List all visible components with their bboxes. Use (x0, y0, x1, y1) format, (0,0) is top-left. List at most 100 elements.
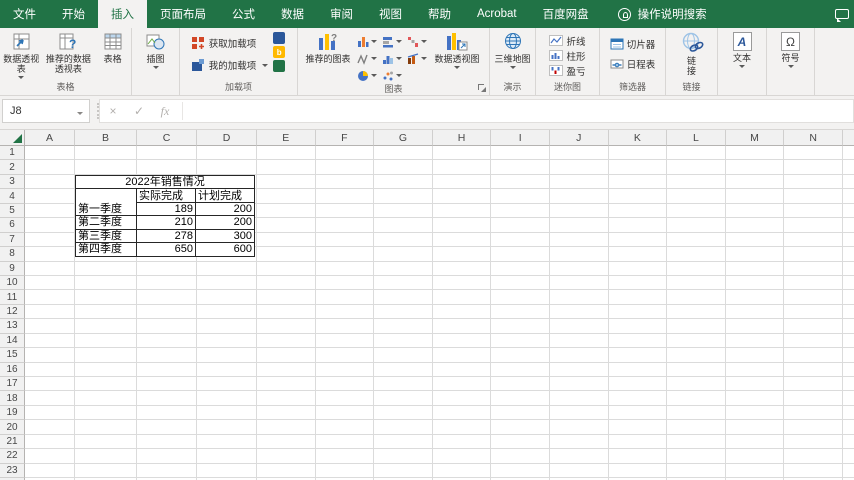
grid-cell-F20[interactable] (315, 420, 375, 435)
row-header-3[interactable]: 3 (0, 174, 25, 190)
grid-cell-A18[interactable] (25, 391, 75, 406)
grid-cell-F5[interactable] (315, 203, 375, 219)
grid-cell-M20[interactable] (725, 420, 785, 435)
grid-cell-E23[interactable] (257, 463, 316, 479)
column-header-partial[interactable] (842, 130, 854, 146)
grid-cell-F11[interactable] (315, 290, 375, 305)
cell-C6[interactable]: 210 (136, 215, 196, 230)
grid-cell-E14[interactable] (257, 333, 316, 349)
grid-cell-H12[interactable] (432, 304, 492, 320)
grid-cell-I13[interactable] (491, 319, 550, 334)
grid-cell-N5[interactable] (784, 203, 843, 219)
row-header-6[interactable]: 6 (0, 218, 25, 233)
grid-cell-J7[interactable] (549, 232, 609, 248)
grid-cell-K9[interactable] (608, 261, 668, 276)
grid-cell-A10[interactable] (25, 275, 75, 291)
tab-视图[interactable]: 视图 (366, 0, 415, 28)
grid-cell-E17[interactable] (257, 377, 316, 392)
row-header-19[interactable]: 19 (0, 405, 25, 421)
grid-cell-L2[interactable] (667, 160, 726, 175)
grid-cell-L18[interactable] (667, 391, 726, 406)
get-addins-button[interactable]: 获取加载项 (191, 35, 269, 51)
insert-line-chart-button[interactable] (354, 50, 379, 67)
illustrations-button[interactable]: 插图 (135, 31, 177, 69)
grid-cell-A3[interactable] (25, 174, 75, 190)
grid-cell-H11[interactable] (432, 290, 492, 305)
grid-cell-D10[interactable] (197, 275, 257, 291)
grid-cell-I9[interactable] (491, 261, 550, 276)
row-header-12[interactable]: 12 (0, 304, 25, 320)
grid-cell-J20[interactable] (549, 420, 609, 435)
grid-cell-M10[interactable] (725, 275, 785, 291)
grid-cell-H7[interactable] (432, 232, 492, 248)
grid-cell-K2[interactable] (608, 160, 668, 175)
people-graph-addin-icon[interactable] (273, 60, 286, 72)
column-header-E[interactable]: E (257, 130, 316, 146)
column-header-I[interactable]: I (491, 130, 550, 146)
bing-maps-addin-icon[interactable]: b (273, 46, 286, 58)
grid-cell-E16[interactable] (257, 362, 316, 377)
grid-cell-K4[interactable] (608, 189, 668, 204)
grid-cell-D1[interactable] (197, 146, 257, 161)
grid-cell-L20[interactable] (667, 420, 726, 435)
grid-cell-D17[interactable] (197, 377, 257, 392)
grid-cell-A23[interactable] (25, 463, 75, 479)
grid-cell-L3[interactable] (667, 174, 726, 190)
grid-cell-I2[interactable] (491, 160, 550, 175)
grid-cell-N23[interactable] (784, 463, 843, 479)
grid-cell-M5[interactable] (725, 203, 785, 219)
tab-页面布局[interactable]: 页面布局 (147, 0, 219, 28)
tab-数据[interactable]: 数据 (268, 0, 317, 28)
grid-cell-partial13[interactable] (842, 319, 854, 334)
grid-cell-I15[interactable] (491, 348, 550, 363)
grid-cell-G2[interactable] (374, 160, 433, 175)
grid-cell-H14[interactable] (432, 333, 492, 349)
grid-cell-I14[interactable] (491, 333, 550, 349)
grid-cell-H15[interactable] (432, 348, 492, 363)
grid-cell-A16[interactable] (25, 362, 75, 377)
grid-cell-E4[interactable] (257, 189, 316, 204)
grid-cell-K19[interactable] (608, 405, 668, 421)
grid-cell-K18[interactable] (608, 391, 668, 406)
grid-cell-G5[interactable] (374, 203, 433, 219)
grid-cell-J11[interactable] (549, 290, 609, 305)
cell-D8[interactable]: 600 (195, 242, 255, 257)
grid-cell-F1[interactable] (315, 146, 375, 161)
grid-cell-D21[interactable] (197, 434, 257, 450)
table-button[interactable]: 表格 (96, 31, 129, 64)
grid-cell-D12[interactable] (197, 304, 257, 320)
grid-cell-C11[interactable] (137, 290, 197, 305)
grid-cell-M15[interactable] (725, 348, 785, 363)
grid-cell-L4[interactable] (667, 189, 726, 204)
grid-cell-E7[interactable] (257, 232, 316, 248)
cell-C5[interactable]: 189 (136, 201, 196, 217)
column-header-D[interactable]: D (197, 130, 257, 146)
column-header-M[interactable]: M (725, 130, 785, 146)
insert-column-chart-button[interactable] (354, 33, 379, 50)
grid-cell-N11[interactable] (784, 290, 843, 305)
recommended-pivottables-button[interactable]: ? 推荐的数据透视表 (42, 31, 94, 74)
grid-cell-D13[interactable] (197, 319, 257, 334)
grid-cell-B13[interactable] (75, 319, 137, 334)
cell-D7[interactable]: 300 (195, 228, 255, 244)
grid-cell-A22[interactable] (25, 449, 75, 464)
grid-cell-B10[interactable] (75, 275, 137, 291)
grid-cell-H8[interactable] (432, 247, 492, 262)
grid-cell-N16[interactable] (784, 362, 843, 377)
grid-cell-I20[interactable] (491, 420, 550, 435)
grid-cell-C16[interactable] (137, 362, 197, 377)
grid-cell-C21[interactable] (137, 434, 197, 450)
grid-cell-J5[interactable] (549, 203, 609, 219)
row-header-7[interactable]: 7 (0, 232, 25, 248)
grid-cell-F10[interactable] (315, 275, 375, 291)
row-header-2[interactable]: 2 (0, 160, 25, 175)
grid-cell-D2[interactable] (197, 160, 257, 175)
grid-cell-F6[interactable] (315, 218, 375, 233)
row-header-22[interactable]: 22 (0, 449, 25, 464)
grid-cell-A21[interactable] (25, 434, 75, 450)
grid-cell-E22[interactable] (257, 449, 316, 464)
tab-开始[interactable]: 开始 (49, 0, 98, 28)
grid-cell-A5[interactable] (25, 203, 75, 219)
grid-cell-G11[interactable] (374, 290, 433, 305)
grid-cell-K23[interactable] (608, 463, 668, 479)
